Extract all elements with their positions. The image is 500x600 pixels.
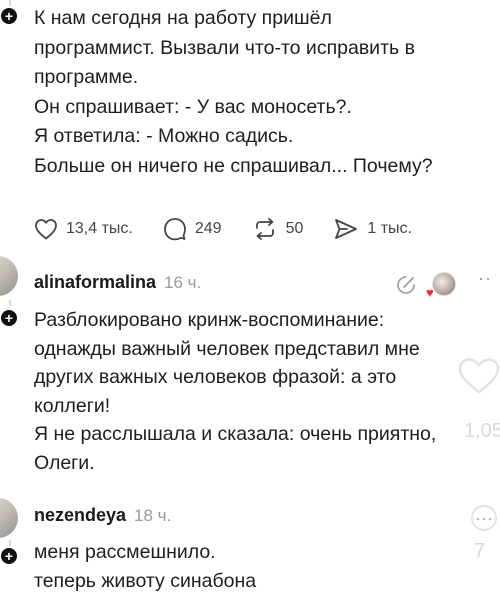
like-button[interactable]: 13,4 тыс.	[34, 218, 133, 240]
follow-plus-icon[interactable]: +	[0, 6, 19, 26]
thread-view: + К нам сегодня на работу пришёл програм…	[0, 0, 500, 600]
comment-line: Я не расслышала и сказала: очень приятно…	[34, 423, 437, 445]
thread-line	[9, 300, 11, 306]
comment-like-icon[interactable]	[456, 356, 500, 396]
post-line: программист. Вызвали что-то исправить в	[34, 36, 415, 59]
comment-like-count: 7	[474, 540, 486, 562]
like-count: 13,4 тыс.	[66, 220, 133, 237]
avatar[interactable]	[0, 256, 18, 296]
share-button[interactable]: 1 тыс.	[333, 217, 412, 241]
liked-by-author: ♥	[394, 270, 464, 300]
more-options-icon[interactable]: ··	[478, 268, 492, 289]
post-line: К нам сегодня на работу пришёл	[34, 7, 332, 29]
comment-like-count: 1,05	[464, 420, 500, 442]
comment-menu-icon[interactable]	[470, 504, 498, 532]
post-actions: 13,4 тыс. 249 50 1 тыс.	[34, 214, 442, 244]
repost-button[interactable]: 50	[252, 217, 304, 241]
comment-username[interactable]: alinaformalina	[34, 272, 156, 293]
share-count: 1 тыс.	[367, 220, 412, 237]
comment-line: Олеги.	[34, 451, 95, 474]
comment-time: 18 ч.	[134, 506, 172, 525]
repost-count: 50	[285, 220, 304, 237]
creator-avatar	[432, 272, 456, 296]
comment-icon	[163, 218, 186, 241]
comment-line: теперь животу синабона	[34, 569, 257, 592]
comment-time: 16 ч.	[164, 273, 202, 292]
heart-icon	[35, 219, 57, 240]
repost-icon	[255, 218, 274, 240]
comment-line: однажды важный человек представил мне	[34, 337, 420, 360]
edit-reply-icon[interactable]	[394, 273, 418, 297]
comment-line: коллеги!	[34, 394, 111, 417]
comment-line: Разблокировано кринж-воспоминание:	[34, 309, 385, 331]
comment-count: 249	[194, 220, 222, 237]
send-icon	[335, 219, 358, 239]
comment-line: меня рассмешнило.	[34, 541, 216, 563]
post-line: Я ответила: - Можно садись.	[34, 125, 294, 147]
comment-text: Разблокировано кринж-воспоминание: однаж…	[34, 306, 500, 477]
avatar[interactable]	[0, 498, 18, 538]
post-line: Больше он ничего не спрашивал... Почему?	[34, 154, 433, 177]
comment-header: alinaformalina 16 ч.	[34, 272, 201, 293]
follow-plus-icon[interactable]: +	[0, 308, 19, 328]
comment-header: nezendeya 18 ч.	[34, 505, 171, 526]
creator-heart-icon: ♥	[426, 285, 434, 300]
follow-plus-icon[interactable]: +	[0, 546, 19, 566]
post-text: К нам сегодня на работу пришёл программи…	[34, 4, 496, 181]
post-line: Он спрашивает: - У вас моносеть?.	[34, 95, 352, 118]
comment-line: других важных человеков фразой: а это	[34, 366, 397, 388]
comment-text: меня рассмешнило. теперь животу синабона	[34, 538, 454, 595]
comment-username[interactable]: nezendeya	[34, 505, 126, 526]
comment-button[interactable]: 249	[163, 217, 222, 241]
post-line: программе.	[34, 66, 139, 88]
